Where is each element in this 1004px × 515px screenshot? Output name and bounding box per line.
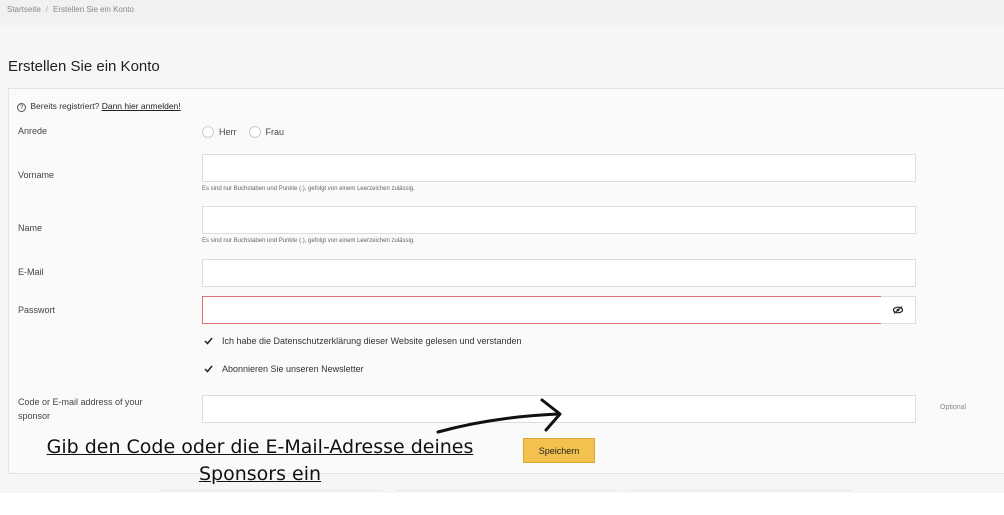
eye-icon [893,306,903,314]
privacy-checkbox-row[interactable]: Ich habe die Datenschutzerklärung dieser… [203,335,522,346]
privacy-checkbox-label[interactable]: Ich habe die Datenschutzerklärung dieser… [222,336,522,346]
email-label: E-Mail [18,267,44,277]
lastname-hint: Es sind nur Buchstaben und Punkte (.), g… [202,238,415,244]
checkmark-icon [204,365,213,373]
breadcrumb-separator: / [45,5,49,14]
newsletter-checkbox-label[interactable]: Abonnieren Sie unseren Newsletter [222,364,364,374]
page-title: Erstellen Sie ein Konto [8,58,160,75]
login-hint: ? Bereits registriert? Dann hier anmelde… [17,101,181,112]
optional-label: Optional [940,404,967,411]
save-button[interactable]: Speichern [523,438,595,463]
firstname-label: Vorname [18,170,55,180]
newsletter-checkbox-row[interactable]: Abonnieren Sie unseren Newsletter [203,363,364,374]
login-link[interactable]: Dann hier anmelden! [102,101,181,111]
annotation-line2: Sponsors ein [198,463,322,485]
top-bar [0,0,1004,25]
login-prompt: Bereits registriert? [30,101,100,111]
breadcrumb-home[interactable]: Startseite [7,5,41,14]
divider [160,490,382,491]
radio-herr-label[interactable]: Herr [219,127,237,137]
lastname-input[interactable] [202,206,916,234]
firstname-input[interactable] [202,154,916,182]
annotation-text: Gib den Code oder die E-Mail-Adresse dei… [20,434,500,488]
breadcrumb-current: Erstellen Sie ein Konto [53,5,134,14]
newsletter-checkbox[interactable] [203,363,214,374]
arrow-icon [436,398,562,434]
lastname-label: Name [18,223,43,233]
email-input[interactable] [202,259,916,287]
password-label: Passwort [18,305,56,315]
salutation-radio-group: Herr Frau [202,126,296,138]
radio-herr[interactable] [202,126,214,138]
breadcrumb: Startseite / Erstellen Sie ein Konto [7,5,134,14]
salutation-label: Anrede [18,126,48,136]
divider [395,490,617,491]
checkmark-icon [204,337,213,345]
sponsor-label-line1: Code or E-mail address of your [18,397,143,407]
firstname-hint: Es sind nur Buchstaben und Punkte (.), g… [202,186,415,192]
page-footer-area [0,493,1004,515]
privacy-checkbox[interactable] [203,335,214,346]
show-password-button[interactable] [881,296,916,324]
annotation-line1: Gib den Code oder die E-Mail-Adresse dei… [46,436,474,458]
sponsor-label-line2: sponsor [18,411,51,421]
radio-frau-label[interactable]: Frau [266,127,285,137]
radio-frau[interactable] [248,126,261,138]
password-input[interactable] [202,296,882,324]
question-icon: ? [17,103,26,112]
divider [630,490,852,491]
